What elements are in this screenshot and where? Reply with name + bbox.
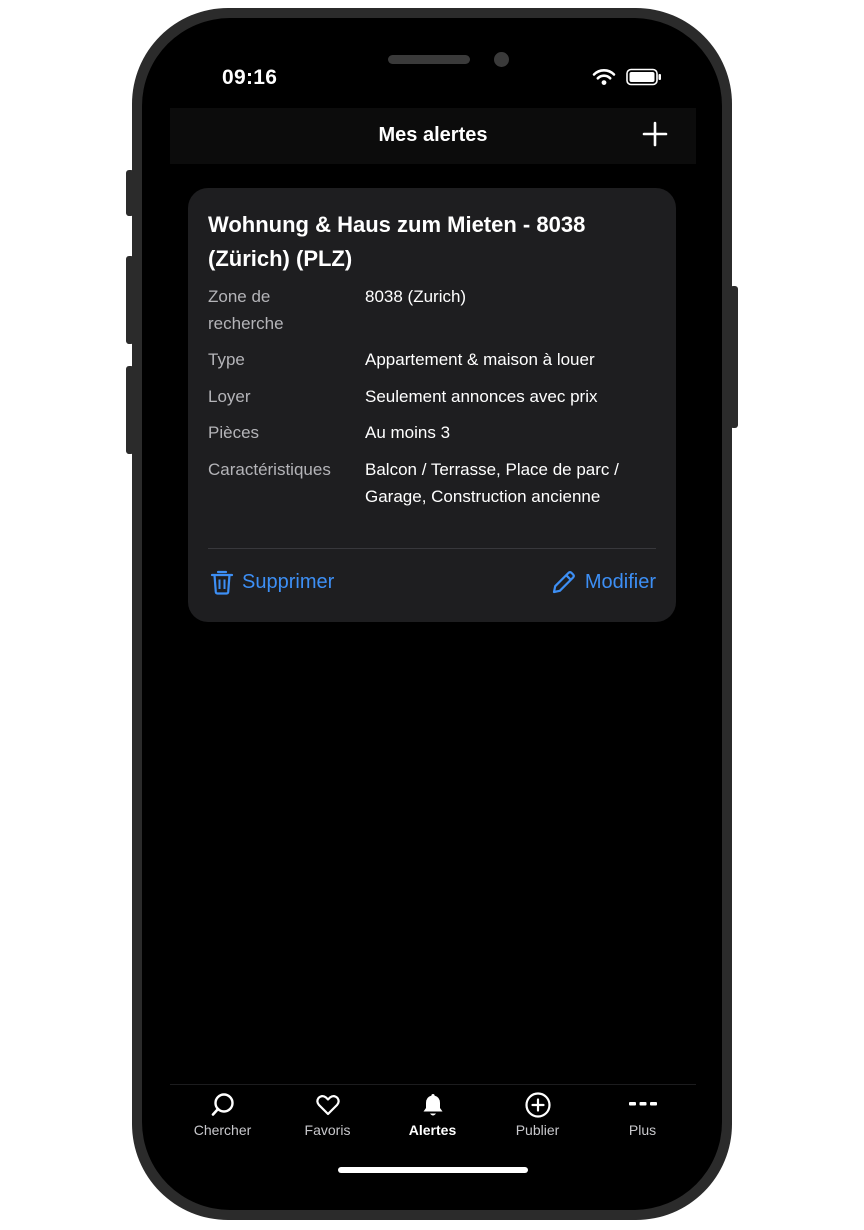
tab-favoris[interactable]: Favoris — [275, 1091, 380, 1138]
card-divider — [208, 548, 656, 549]
nav-header: Mes alertes — [170, 108, 696, 164]
phone-mute-switch — [126, 170, 134, 216]
alert-card[interactable]: Wohnung & Haus zum Mieten - 8038 (Zürich… — [188, 188, 676, 622]
alert-title: Wohnung & Haus zum Mieten - 8038 (Zürich… — [208, 212, 586, 271]
trash-icon — [210, 570, 234, 595]
bell-icon — [423, 1094, 442, 1116]
phone-volume-up-button — [126, 256, 134, 344]
row-label: Zone de recherche — [208, 287, 284, 333]
page-title: Mes alertes — [378, 124, 488, 146]
pencil-icon — [552, 571, 575, 594]
tab-label: Publier — [515, 1122, 560, 1138]
row-label: Loyer — [208, 387, 251, 406]
tab-alertes[interactable]: Alertes — [380, 1091, 485, 1138]
notch — [318, 44, 548, 108]
tab-publier[interactable]: Publier — [485, 1091, 590, 1138]
tab-label: Chercher — [193, 1122, 252, 1138]
home-indicator[interactable] — [338, 1167, 528, 1173]
row-value: Au moins 3 — [365, 423, 451, 442]
app-screen: 09:16 Mes alertes Wohnung & Haus zum Mie… — [170, 44, 696, 1186]
row-value: 8038 (Zurich) — [365, 287, 467, 306]
row-value: Appartement & maison à louer — [365, 350, 595, 369]
row-label: Caractéristiques — [208, 460, 331, 479]
tab-chercher[interactable]: Chercher — [170, 1091, 275, 1138]
status-icons — [592, 68, 662, 91]
edit-button[interactable]: Modifier — [551, 569, 656, 595]
status-time: 09:16 — [222, 66, 278, 89]
tab-label: Alertes — [408, 1122, 457, 1138]
search-icon — [211, 1093, 234, 1116]
row-label: Pièces — [208, 423, 260, 442]
tab-plus[interactable]: Plus — [590, 1091, 695, 1138]
delete-button[interactable]: Supprimer — [210, 569, 334, 595]
wifi-icon — [592, 68, 616, 91]
phone-power-button — [730, 286, 738, 428]
battery-icon — [626, 68, 662, 91]
row-label: Type — [208, 350, 245, 369]
tab-label: Plus — [628, 1122, 657, 1138]
heart-icon — [315, 1095, 340, 1116]
more-icon — [628, 1102, 657, 1106]
edit-label: Modifier — [584, 570, 656, 593]
row-value: Seulement annonces avec prix — [365, 387, 598, 406]
tab-label: Favoris — [304, 1122, 351, 1138]
plus-circle-icon — [524, 1092, 551, 1118]
speaker-grille — [388, 55, 470, 64]
plus-icon — [642, 121, 668, 147]
delete-label: Supprimer — [242, 570, 335, 593]
front-camera — [494, 52, 509, 67]
row-value: Balcon / Terrasse, Place de parc / Garag… — [365, 460, 619, 506]
add-alert-button[interactable] — [640, 119, 670, 149]
phone-volume-down-button — [126, 366, 134, 454]
